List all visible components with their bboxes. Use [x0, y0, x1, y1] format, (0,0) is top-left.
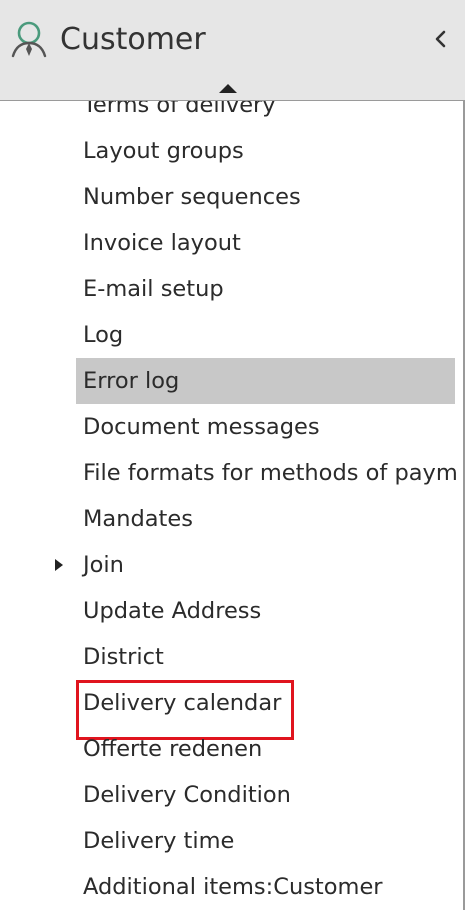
menu-item-label: Offerte redenen [83, 736, 263, 762]
menu-item-label: Delivery Condition [83, 782, 291, 808]
menu-item-label: Mandates [83, 506, 193, 532]
menu-item-label: Log [83, 322, 124, 348]
menu-item-label: Update Address [83, 598, 262, 624]
menu-item-label: Delivery calendar [83, 690, 282, 716]
menu-item-error-log[interactable]: Error log [0, 358, 463, 404]
menu-item-label: Document messages [83, 414, 320, 440]
menu-item-label: E-mail setup [83, 276, 224, 302]
menu-item-join[interactable]: Join [0, 542, 463, 588]
menu-item-layout-groups[interactable]: Layout groups [0, 128, 463, 174]
menu-item-district[interactable]: District [0, 634, 463, 680]
menu-item-file-formats[interactable]: File formats for methods of paym [0, 450, 463, 496]
menu-item-delivery-calendar[interactable]: Delivery calendar [0, 680, 463, 726]
menu-item-label: Layout groups [83, 138, 244, 164]
menu-item-log[interactable]: Log [0, 312, 463, 358]
menu-list-panel: Terms of delivery Layout groups Number s… [0, 100, 465, 910]
menu-list: Terms of delivery Layout groups Number s… [0, 100, 463, 910]
menu-item-label: Additional items:Customer [83, 874, 383, 900]
person-icon [8, 20, 50, 66]
menu-item-label: Error log [83, 368, 180, 394]
expand-arrow-icon[interactable] [55, 559, 63, 571]
menu-item-label: Number sequences [83, 184, 301, 210]
menu-item-document-messages[interactable]: Document messages [0, 404, 463, 450]
chevron-left-icon[interactable] [428, 24, 454, 54]
menu-item-delivery-condition[interactable]: Delivery Condition [0, 772, 463, 818]
menu-item-mandates[interactable]: Mandates [0, 496, 463, 542]
menu-item-label: Terms of delivery [83, 100, 276, 118]
menu-item-additional-items-customer[interactable]: Additional items:Customer [0, 864, 463, 910]
menu-item-label: District [83, 644, 164, 670]
menu-item-invoice-layout[interactable]: Invoice layout [0, 220, 463, 266]
menu-item-offerte-redenen[interactable]: Offerte redenen [0, 726, 463, 772]
menu-item-email-setup[interactable]: E-mail setup [0, 266, 463, 312]
menu-item-update-address[interactable]: Update Address [0, 588, 463, 634]
menu-item-label: File formats for methods of paym [83, 460, 458, 486]
menu-item-delivery-time[interactable]: Delivery time [0, 818, 463, 864]
pane-title: Customer [60, 22, 206, 57]
scroll-up-arrow-icon[interactable] [217, 80, 239, 94]
menu-item-label: Delivery time [83, 828, 235, 854]
navigation-pane-header: Customer [0, 0, 465, 100]
menu-item-label: Join [83, 552, 124, 578]
menu-item-terms-of-delivery[interactable]: Terms of delivery [0, 100, 463, 128]
menu-item-label: Invoice layout [83, 230, 241, 256]
menu-item-number-sequences[interactable]: Number sequences [0, 174, 463, 220]
